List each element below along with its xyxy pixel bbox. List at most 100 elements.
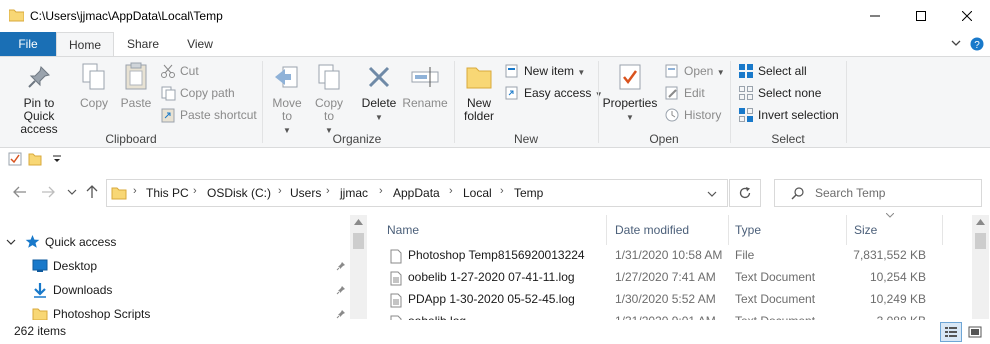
minimize-button[interactable] bbox=[852, 0, 898, 32]
up-button[interactable] bbox=[82, 182, 102, 202]
nav-pane-scrollbar[interactable] bbox=[350, 215, 367, 319]
open-button[interactable]: Open ▼ bbox=[664, 61, 725, 81]
column-header-type[interactable]: Type bbox=[735, 219, 761, 241]
breadcrumb-separator-icon[interactable]: › bbox=[449, 185, 453, 197]
file-type: Text Document bbox=[735, 292, 816, 306]
column-divider[interactable] bbox=[606, 215, 607, 245]
breadcrumb-separator-icon[interactable]: › bbox=[326, 185, 330, 197]
file-row[interactable]: Photoshop Temp8156920013224 1/31/2020 10… bbox=[370, 245, 970, 267]
chevron-down-icon[interactable] bbox=[950, 36, 962, 50]
tab-file[interactable]: File bbox=[0, 32, 56, 56]
breadcrumb-separator-icon[interactable]: › bbox=[278, 185, 282, 197]
ribbon-separator bbox=[262, 61, 263, 143]
breadcrumb-users[interactable]: Users bbox=[290, 186, 321, 200]
desktop-icon bbox=[32, 259, 48, 272]
file-list-scrollbar[interactable] bbox=[972, 215, 989, 319]
paste-button[interactable]: Paste bbox=[116, 61, 156, 110]
large-icons-view-button[interactable] bbox=[964, 322, 986, 342]
tab-share[interactable]: Share bbox=[114, 32, 172, 56]
file-row[interactable]: oobelib 1-27-2020 07-41-11.log 1/27/2020… bbox=[370, 267, 970, 289]
copy-to-icon bbox=[318, 64, 340, 90]
details-view-icon bbox=[945, 327, 957, 337]
column-header-name[interactable]: Name bbox=[387, 219, 419, 241]
scroll-up-icon[interactable] bbox=[976, 219, 985, 225]
close-button[interactable] bbox=[944, 0, 990, 32]
address-bar[interactable]: › This PC › OSDisk (C:) › Users › jjmac … bbox=[106, 179, 728, 207]
details-view-button[interactable] bbox=[940, 322, 962, 342]
maximize-button[interactable] bbox=[898, 0, 944, 32]
nav-label: Desktop bbox=[53, 259, 98, 273]
large-icons-view-icon bbox=[968, 326, 982, 338]
arrow-up-icon bbox=[86, 185, 98, 198]
file-size: 10,254 KB bbox=[869, 270, 926, 284]
invert-selection-label: Invert selection bbox=[758, 108, 839, 122]
breadcrumb-appdata[interactable]: AppData bbox=[393, 186, 440, 200]
breadcrumb-this-pc[interactable]: This PC bbox=[146, 186, 189, 200]
scroll-up-icon[interactable] bbox=[354, 219, 363, 225]
search-box[interactable]: Search Temp bbox=[774, 179, 982, 207]
ribbon-separator bbox=[598, 61, 599, 143]
column-divider[interactable] bbox=[942, 215, 943, 245]
caret-down-icon: ▼ bbox=[577, 68, 586, 77]
breadcrumb-separator-icon[interactable]: › bbox=[379, 185, 383, 197]
breadcrumb-temp[interactable]: Temp bbox=[514, 186, 543, 200]
breadcrumb-separator-icon[interactable]: › bbox=[133, 185, 137, 197]
file-name: Photoshop Temp8156920013224 bbox=[408, 248, 585, 262]
breadcrumb-separator-icon[interactable]: › bbox=[193, 185, 197, 197]
edit-button[interactable]: Edit bbox=[664, 83, 705, 103]
paste-shortcut-button[interactable]: Paste shortcut bbox=[160, 105, 257, 125]
move-to-button[interactable]: Move to ▼ bbox=[268, 61, 306, 137]
ribbon-separator bbox=[454, 61, 455, 143]
copy-to-button[interactable]: Copy to ▼ bbox=[310, 61, 348, 137]
minimize-icon bbox=[870, 15, 880, 17]
column-header-size[interactable]: Size bbox=[854, 219, 877, 241]
new-folder-button[interactable]: New folder bbox=[458, 61, 500, 123]
folder-icon bbox=[9, 9, 24, 22]
pin-to-quick-access-button[interactable]: Pin to Quick access bbox=[4, 61, 74, 136]
select-none-button[interactable]: Select none bbox=[738, 83, 821, 103]
search-icon bbox=[791, 187, 804, 200]
chevron-down-icon[interactable] bbox=[6, 238, 16, 246]
breadcrumb-jjmac[interactable]: jjmac bbox=[340, 186, 368, 200]
invert-selection-icon bbox=[739, 108, 753, 122]
item-count: 262 items bbox=[14, 324, 67, 338]
delete-button[interactable]: Delete ▼ bbox=[358, 61, 400, 124]
properties-icon[interactable] bbox=[8, 152, 22, 166]
breadcrumb-separator-icon[interactable]: › bbox=[500, 185, 504, 197]
column-divider[interactable] bbox=[846, 215, 847, 245]
cut-label: Cut bbox=[180, 64, 199, 78]
easy-access-button[interactable]: Easy access ▼ bbox=[504, 83, 603, 103]
properties-button[interactable]: Properties ▼ bbox=[602, 61, 658, 124]
ribbon-tabs: File Home Share View ? bbox=[0, 32, 990, 56]
back-button[interactable] bbox=[10, 182, 30, 202]
ribbon-separator bbox=[730, 61, 731, 143]
copy-button[interactable]: Copy bbox=[76, 61, 112, 110]
chevron-down-icon[interactable] bbox=[707, 190, 717, 198]
select-all-button[interactable]: Select all bbox=[738, 61, 807, 81]
tab-home[interactable]: Home bbox=[56, 32, 114, 56]
forward-button[interactable] bbox=[38, 182, 58, 202]
help-icon[interactable]: ? bbox=[970, 37, 984, 51]
invert-selection-button[interactable]: Invert selection bbox=[738, 105, 839, 125]
breadcrumb-osdisk[interactable]: OSDisk (C:) bbox=[207, 186, 271, 200]
column-divider[interactable] bbox=[728, 215, 729, 245]
file-list-scrollbar-thumb[interactable] bbox=[975, 233, 986, 249]
cut-button[interactable]: Cut bbox=[160, 61, 199, 81]
file-size: 7,831,552 KB bbox=[853, 248, 926, 262]
navigation-pane: Quick access Desktop Downloads Photoshop… bbox=[0, 211, 368, 321]
copy-path-button[interactable]: Copy path bbox=[160, 83, 235, 103]
recent-locations-button[interactable] bbox=[62, 182, 82, 202]
customize-toolbar-icon[interactable] bbox=[52, 154, 62, 164]
new-item-button[interactable]: New item ▼ bbox=[504, 61, 585, 81]
paste-shortcut-label: Paste shortcut bbox=[180, 108, 257, 122]
rename-button[interactable]: Rename bbox=[402, 61, 448, 110]
edit-label: Edit bbox=[684, 86, 705, 100]
nav-pane-scrollbar-thumb[interactable] bbox=[353, 233, 364, 249]
file-row[interactable]: PDApp 1-30-2020 05-52-45.log 1/30/2020 5… bbox=[370, 289, 970, 311]
history-button[interactable]: History bbox=[664, 105, 721, 125]
tab-view[interactable]: View bbox=[172, 32, 228, 56]
refresh-button[interactable] bbox=[729, 179, 761, 207]
column-header-date-modified[interactable]: Date modified bbox=[615, 219, 689, 241]
breadcrumb-local[interactable]: Local bbox=[463, 186, 492, 200]
new-folder-icon[interactable] bbox=[28, 152, 42, 166]
